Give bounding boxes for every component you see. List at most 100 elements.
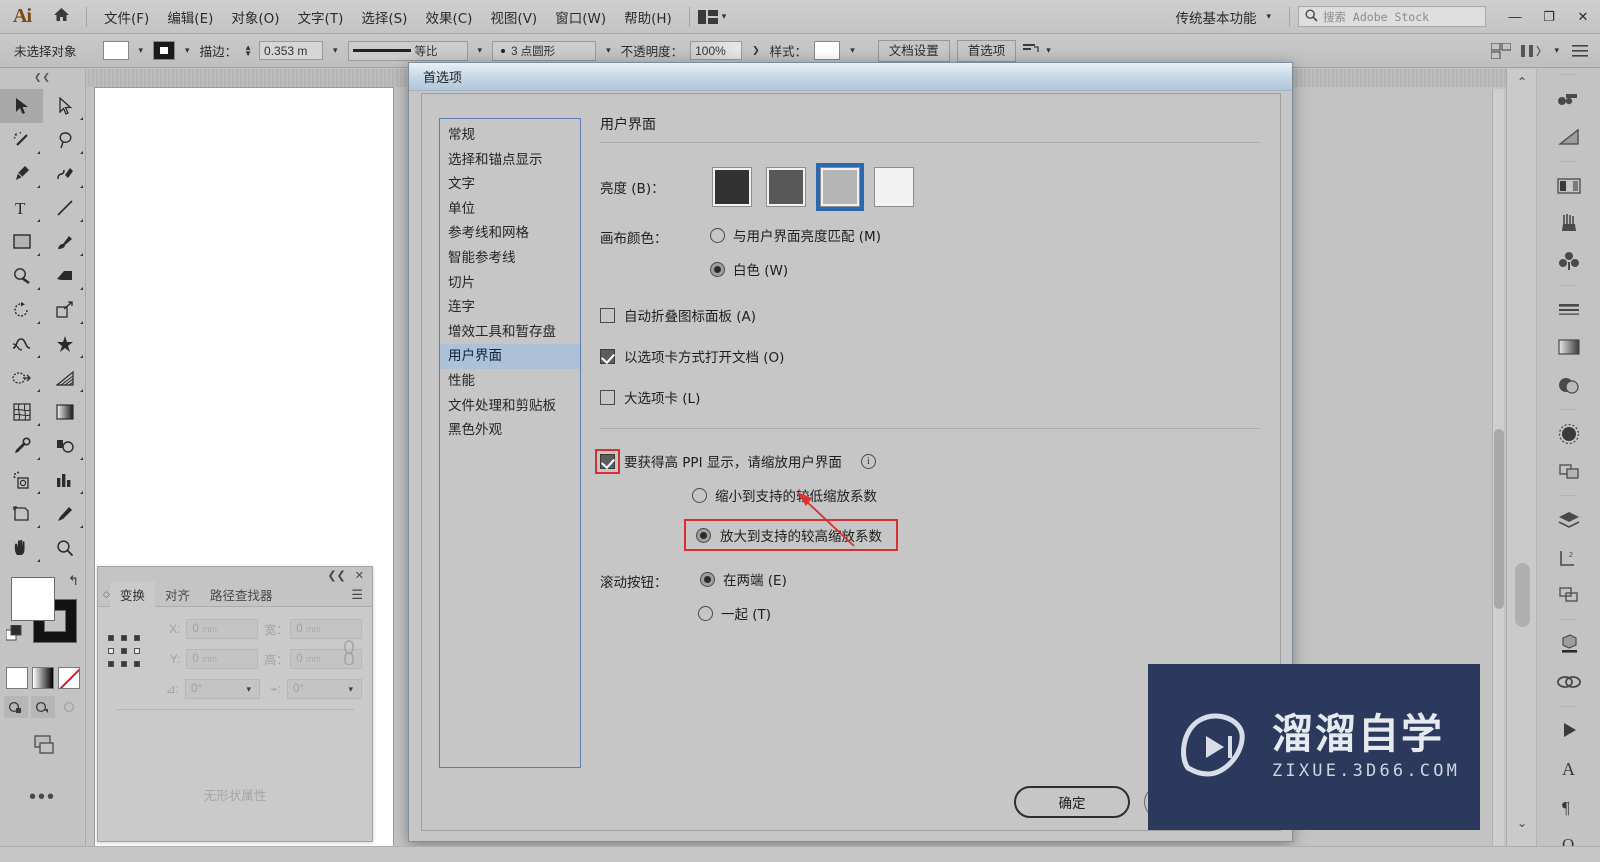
checkbox-large-tabs[interactable] (600, 389, 615, 405)
panel-layers-icon[interactable] (1537, 501, 1600, 539)
panel-links-icon[interactable] (1537, 663, 1600, 701)
width-input[interactable]: 0 mm (290, 619, 362, 639)
stroke-weight-stepper[interactable]: ▲ ▼ (244, 43, 252, 57)
tool-magic-wand[interactable] (0, 123, 43, 157)
panel-actions-icon[interactable] (1537, 712, 1600, 750)
pref-category-plugins-scratch[interactable]: 增效工具和暂存盘 (440, 320, 580, 345)
tool-rotate[interactable] (0, 293, 43, 327)
brightness-medium-dark-option[interactable] (764, 165, 808, 209)
home-icon[interactable] (44, 7, 78, 27)
document-setup-button[interactable]: 文档设置 (877, 39, 950, 62)
pref-category-hyphenation[interactable]: 连字 (440, 295, 580, 320)
pref-category-guides-grid[interactable]: 参考线和网格 (440, 221, 580, 246)
panel-brushes-icon[interactable] (1537, 204, 1600, 242)
document-vertical-scrollbar[interactable] (1492, 89, 1504, 859)
tool-perspective-grid[interactable] (43, 361, 86, 395)
info-icon[interactable]: i (860, 453, 876, 469)
brush-definition-select[interactable]: 3 点圆形 (492, 40, 597, 61)
fill-color-swatch[interactable] (102, 41, 129, 60)
constrain-proportions-icon[interactable] (340, 639, 358, 670)
brightness-medium-light-option[interactable] (816, 163, 864, 211)
opacity-input[interactable]: 100% (690, 41, 743, 60)
checkbox-auto-collapse[interactable] (600, 307, 615, 323)
tool-artboard[interactable] (0, 497, 43, 531)
menu-type[interactable]: 文字(T) (289, 3, 353, 31)
tool-shaper[interactable] (0, 259, 43, 293)
dock-group-grip-5[interactable]: ⋯⋯ (1537, 490, 1600, 501)
dock-group-grip-4[interactable]: ⋯⋯ (1537, 403, 1600, 414)
tool-eyedropper[interactable] (0, 429, 43, 463)
panel-gradient-mesh-icon[interactable] (1537, 118, 1600, 156)
panel-transparency-icon[interactable] (1537, 366, 1600, 404)
dock-scrollbar[interactable]: ⌃ ⌄ (1507, 69, 1537, 862)
drawing-mode-normal-icon[interactable] (3, 696, 28, 718)
brush-chevron-down-icon[interactable]: ▾ (603, 45, 614, 56)
panel-character-icon[interactable]: A (1537, 749, 1600, 787)
window-minimize-button[interactable]: — (1498, 0, 1532, 34)
tab-pathfinder[interactable]: 路径查找器 (200, 582, 283, 607)
pref-category-user-interface[interactable]: 用户界面 (440, 344, 580, 369)
tool-symbol-sprayer[interactable] (0, 463, 43, 497)
graphic-style-swatch[interactable] (814, 41, 841, 60)
pref-category-type[interactable]: 文字 (440, 172, 580, 197)
menu-effect[interactable]: 效果(C) (416, 3, 481, 31)
stroke-color-swatch[interactable] (153, 41, 176, 60)
style-chevron-down-icon[interactable]: ▾ (847, 45, 858, 56)
none-fill-button[interactable] (57, 667, 80, 689)
pref-category-file-clipboard[interactable]: 文件处理和剪贴板 (440, 394, 580, 419)
pref-category-appearance-of-black[interactable]: 黑色外观 (440, 418, 580, 443)
large-tabs-row[interactable]: 大选项卡 (L) (600, 387, 1260, 407)
panel-symbols-icon[interactable] (1537, 242, 1600, 280)
tool-blend[interactable] (43, 429, 86, 463)
shear-select[interactable]: 0° ▾ (287, 679, 362, 699)
scrollbar-thumb[interactable] (1494, 429, 1504, 609)
canvas-color-match-ui-option[interactable]: 与用户界面亮度匹配 (M) (710, 225, 881, 245)
dock-group-grip-7[interactable]: ⋯⋯ (1537, 700, 1600, 711)
scroll-both-ends-option[interactable]: 在两端 (E) (700, 569, 787, 589)
arrange-documents-button[interactable]: ▾ (697, 9, 737, 24)
y-input[interactable]: 0 mm (186, 649, 259, 669)
radio-scale-up[interactable] (696, 527, 711, 543)
align-options-button[interactable]: ▾ (1023, 43, 1054, 58)
checkbox-high-ppi-scaling[interactable] (595, 448, 620, 474)
tab-align[interactable]: 对齐 (155, 582, 200, 607)
scale-up-option[interactable]: 放大到支持的较高缩放系数 (684, 519, 898, 551)
panel-3d-icon[interactable] (1537, 625, 1600, 663)
reference-point-selector[interactable] (108, 635, 142, 669)
swap-fill-stroke-icon[interactable]: ↰ (68, 573, 79, 589)
panel-appearance-icon[interactable] (1537, 415, 1600, 453)
workspace-switcher[interactable]: 传统基本功能 (1169, 7, 1262, 27)
default-fill-stroke-icon[interactable] (5, 624, 23, 647)
close-icon[interactable]: ✕ (355, 569, 364, 582)
dock-scrollbar-thumb[interactable] (1515, 563, 1530, 627)
pref-category-general[interactable]: 常规 (440, 123, 580, 148)
dock-group-grip-6[interactable]: ⋯⋯ (1537, 614, 1600, 625)
panel-gradient-icon[interactable] (1537, 328, 1600, 366)
menu-select[interactable]: 选择(S) (352, 3, 416, 31)
collapse-icon[interactable]: ❮❮ (327, 569, 345, 582)
pref-category-selection-anchor[interactable]: 选择和锚点显示 (440, 148, 580, 173)
tool-lasso[interactable] (43, 123, 86, 157)
opacity-expand-icon[interactable]: ❯ (749, 45, 763, 56)
canvas-color-white-option[interactable]: 白色 (W) (710, 259, 881, 279)
ok-button[interactable]: 确定 (1014, 786, 1130, 818)
fill-color-box[interactable] (11, 577, 55, 621)
pref-category-smart-guides[interactable]: 智能参考线 (440, 246, 580, 271)
tool-paintbrush[interactable] (43, 225, 86, 259)
tool-slice[interactable] (43, 497, 86, 531)
tab-transform[interactable]: 变换 (109, 582, 155, 607)
x-input[interactable]: 0 mm (186, 619, 259, 639)
menu-help[interactable]: 帮助(H) (615, 3, 681, 31)
window-restore-button[interactable]: ❐ (1532, 0, 1566, 34)
drawing-mode-inside-icon[interactable] (57, 696, 82, 718)
window-close-button[interactable]: ✕ (1566, 0, 1600, 34)
scale-down-option[interactable]: 缩小到支持的较低缩放系数 (692, 485, 1260, 505)
pref-category-slices[interactable]: 切片 (440, 271, 580, 296)
stroke-profile-chevron-down-icon[interactable]: ▾ (475, 45, 486, 56)
radio-both-ends[interactable] (700, 571, 715, 587)
checkbox-open-as-tabs[interactable] (600, 348, 615, 364)
tool-scale[interactable] (43, 293, 86, 327)
tool-eraser[interactable] (43, 259, 86, 293)
stock-search-input[interactable]: 搜索 Adobe Stock (1298, 6, 1486, 27)
scroll-together-option[interactable]: 一起 (T) (698, 603, 787, 623)
